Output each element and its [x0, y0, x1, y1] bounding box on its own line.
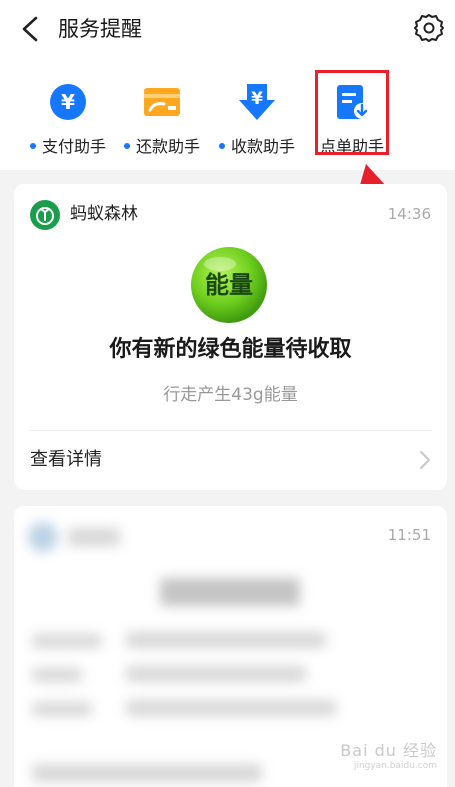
view-details-row[interactable]: 查看详情 [14, 431, 447, 490]
gear-icon[interactable] [413, 12, 445, 44]
message-headline: 你有新的绿色能量待收取 [109, 337, 352, 362]
back-arrow-icon[interactable] [16, 14, 46, 44]
blurred-text [126, 700, 336, 716]
view-details-label: 查看详情 [30, 449, 102, 470]
blurred-headline [160, 578, 300, 606]
chevron-right-icon [420, 451, 430, 469]
svg-text:¥: ¥ [251, 89, 263, 109]
unread-dot [29, 143, 36, 149]
message-subtitle: 行走产生43g能量 [163, 385, 298, 405]
tab-repayment-assistant[interactable]: 还款助手 [114, 78, 210, 164]
blurred-text [126, 632, 326, 648]
tab-label: 支付助手 [41, 137, 106, 156]
energy-badge-label: 能量 [205, 271, 253, 299]
tab-payment-assistant[interactable]: ¥ 支付助手 [20, 78, 116, 164]
unread-dot [123, 143, 130, 149]
header-bar: 服务提醒 [0, 0, 455, 60]
yuan-circle-icon: ¥ [50, 84, 86, 120]
blurred-text [32, 668, 82, 682]
tab-label: 还款助手 [135, 137, 200, 156]
blurred-text [32, 634, 102, 648]
tab-label: 收款助手 [230, 137, 295, 156]
blurred-source [68, 528, 120, 546]
blurred-avatar [28, 522, 58, 552]
message-source: 蚂蚁森林 [70, 204, 138, 224]
page-title: 服务提醒 [58, 17, 142, 41]
yuan-down-arrow-icon: ¥ [239, 84, 275, 120]
card-refund-icon [144, 88, 180, 116]
message-time: 14:36 [387, 205, 431, 223]
watermark: Bai du 经验 jingyan.baidu.com [340, 737, 437, 771]
ant-forest-logo-icon [30, 200, 60, 230]
tab-collection-assistant[interactable]: ¥ 收款助手 [209, 78, 305, 164]
blurred-text [126, 666, 306, 682]
blurred-text [32, 764, 262, 782]
blurred-text [32, 702, 92, 716]
highlight-box [315, 70, 389, 155]
watermark-url: jingyan.baidu.com [353, 761, 437, 771]
watermark-brand: Bai du 经验 [340, 741, 437, 760]
message-card[interactable]: 蚂蚁森林 14:36 能量 你有新的绿色能量待收取 行走产生43g能量 查看详情 [14, 184, 447, 490]
unread-dot [218, 143, 225, 149]
svg-text:¥: ¥ [61, 90, 75, 114]
message-time: 11:51 [387, 526, 431, 544]
